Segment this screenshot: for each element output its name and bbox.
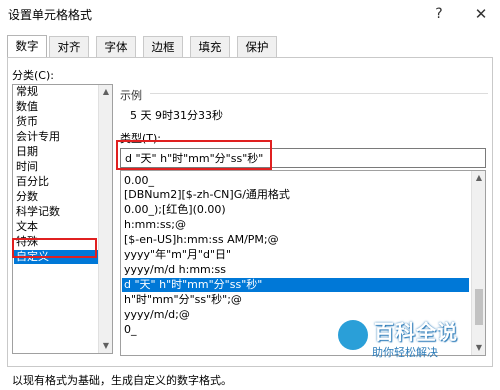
scroll-up-icon[interactable]: ▲ bbox=[472, 171, 485, 185]
category-item-percentage[interactable]: 百分比 bbox=[16, 175, 49, 189]
category-item-accounting[interactable]: 会计专用 bbox=[16, 130, 60, 144]
format-item[interactable]: [$-en-US]h:mm:ss AM/PM;@ bbox=[124, 233, 279, 247]
format-item[interactable]: h:mm:ss;@ bbox=[124, 218, 186, 232]
category-item-general[interactable]: 常规 bbox=[16, 85, 38, 99]
dialog-title: 设置单元格格式 bbox=[8, 8, 93, 22]
watermark: 百科全说 助你轻松解决 bbox=[338, 316, 478, 364]
category-item-fraction[interactable]: 分数 bbox=[16, 190, 38, 204]
watermark-sub: 助你轻松解决 bbox=[372, 346, 438, 359]
sample-value: 5 天 9时31分33秒 bbox=[130, 109, 223, 122]
scroll-down-icon[interactable]: ▼ bbox=[99, 339, 113, 353]
tab-fill[interactable]: 填充 bbox=[190, 36, 230, 58]
hint-text: 以现有格式为基础，生成自定义的数字格式。 bbox=[12, 374, 232, 387]
category-scrollbar[interactable]: ▲ ▼ bbox=[98, 85, 112, 353]
category-item-time[interactable]: 时间 bbox=[16, 160, 38, 174]
category-label: 分类(C): bbox=[12, 69, 54, 82]
tab-number[interactable]: 数字 bbox=[7, 35, 47, 59]
tab-alignment[interactable]: 对齐 bbox=[49, 36, 89, 58]
format-item[interactable]: yyyy/m/d h:mm:ss bbox=[124, 263, 226, 277]
sample-divider bbox=[150, 93, 488, 94]
scroll-up-icon[interactable]: ▲ bbox=[99, 85, 113, 99]
category-item-scientific[interactable]: 科学记数 bbox=[16, 205, 60, 219]
type-input[interactable] bbox=[120, 148, 486, 168]
format-item-selected[interactable]: d "天" h"时"mm"分"ss"秒" bbox=[122, 278, 469, 292]
format-item[interactable]: yyyy/m/d;@ bbox=[124, 308, 190, 322]
format-item[interactable]: h"时"mm"分"ss"秒";@ bbox=[124, 293, 242, 307]
close-icon[interactable]: ✕ bbox=[470, 3, 492, 25]
tab-font[interactable]: 字体 bbox=[96, 36, 136, 58]
watermark-main: 百科全说 bbox=[374, 320, 458, 344]
category-item-special[interactable]: 特殊 bbox=[16, 235, 38, 249]
format-item[interactable]: [DBNum2][$-zh-CN]G/通用格式 bbox=[124, 188, 290, 202]
format-item[interactable]: yyyy"年"m"月"d"日" bbox=[124, 248, 231, 262]
help-icon[interactable]: ? bbox=[428, 3, 450, 25]
sample-label: 示例 bbox=[120, 89, 142, 102]
category-item-text[interactable]: 文本 bbox=[16, 220, 38, 234]
category-item-currency[interactable]: 货币 bbox=[16, 115, 38, 129]
watermark-logo-icon bbox=[338, 320, 368, 350]
category-item-date[interactable]: 日期 bbox=[16, 145, 38, 159]
category-item-number[interactable]: 数值 bbox=[16, 100, 38, 114]
title-bar: 设置单元格格式 ? ✕ bbox=[0, 0, 500, 28]
tab-border[interactable]: 边框 bbox=[143, 36, 183, 58]
tab-protection[interactable]: 保护 bbox=[237, 36, 277, 58]
category-item-custom[interactable]: 自定义 bbox=[14, 250, 98, 264]
format-item[interactable]: 0.00_);[红色](0.00) bbox=[124, 203, 226, 217]
type-label: 类型(T): bbox=[120, 132, 162, 145]
format-item[interactable]: 0_ bbox=[124, 323, 137, 337]
category-list[interactable]: 常规 数值 货币 会计专用 日期 时间 百分比 分数 科学记数 文本 特殊 自定… bbox=[12, 84, 113, 354]
format-item[interactable]: 0.00_ bbox=[124, 174, 154, 188]
